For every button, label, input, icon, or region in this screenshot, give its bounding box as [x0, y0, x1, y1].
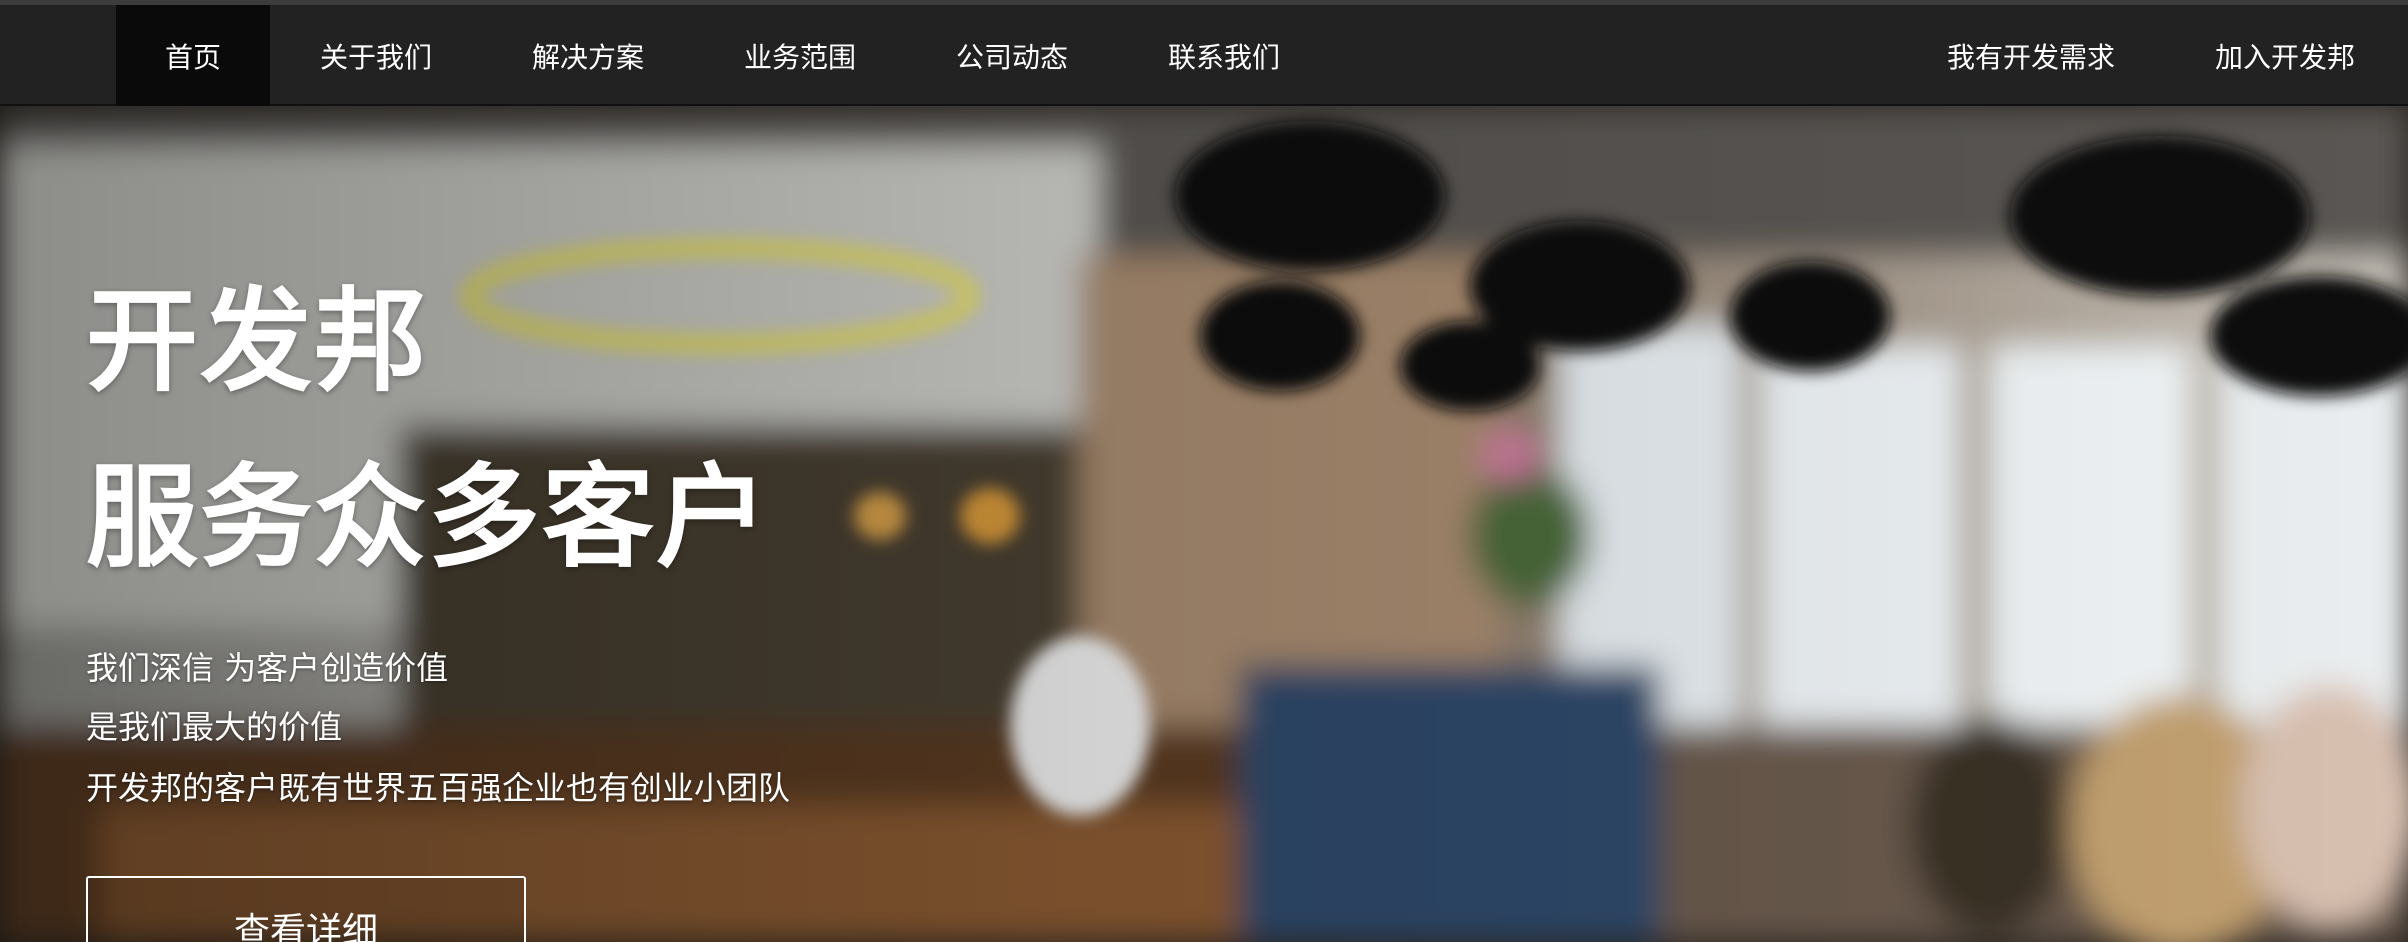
main-navbar: 首页 关于我们 解决方案 业务范围 公司动态 联系我们 我有开发需求 加入开发邦 [0, 5, 2408, 106]
nav-item-contact[interactable]: 联系我们 [1118, 5, 1330, 106]
view-details-button[interactable]: 查看详细 [86, 876, 526, 942]
hero-desc-line1: 我们深信 为客户创造价值 [86, 649, 449, 687]
nav-item-solutions[interactable]: 解决方案 [482, 5, 694, 106]
hero-desc-line2: 是我们最大的价值 [86, 708, 343, 746]
nav-left-group: 首页 关于我们 解决方案 业务范围 公司动态 联系我们 [116, 5, 1330, 106]
nav-item-home[interactable]: 首页 [116, 5, 270, 106]
hero-banner: 开发邦 服务众多客户 我们深信 为客户创造价值 是我们最大的价值 开发邦的客户既… [0, 106, 2408, 942]
nav-item-business[interactable]: 业务范围 [694, 5, 906, 106]
hero-title-line2: 服务众多客户 [86, 453, 770, 583]
nav-item-news[interactable]: 公司动态 [906, 5, 1118, 106]
nav-item-join[interactable]: 加入开发邦 [2162, 5, 2408, 106]
nav-item-about[interactable]: 关于我们 [270, 5, 482, 106]
hero-title-line1: 开发邦 [86, 277, 428, 407]
nav-item-dev-request[interactable]: 我有开发需求 [1900, 5, 2162, 106]
hero-desc-line3: 开发邦的客户既有世界五百强企业也有创业小团队 [86, 769, 791, 807]
nav-right-group: 我有开发需求 加入开发邦 [1900, 5, 2408, 106]
